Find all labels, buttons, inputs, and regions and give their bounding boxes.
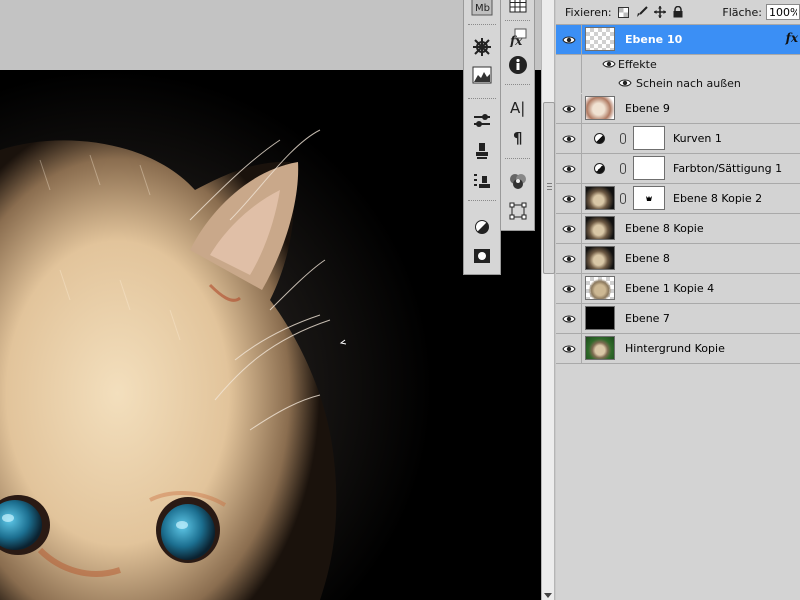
document-canvas-area[interactable] — [0, 0, 541, 600]
scrollbar-thumb[interactable] — [543, 102, 555, 274]
masks-icon[interactable] — [470, 245, 494, 267]
layer-mask-thumbnail[interactable] — [633, 186, 665, 210]
effect-item-label: Schein nach außen — [636, 77, 741, 90]
effects-label: Effekte — [618, 58, 657, 71]
effect-item-row[interactable]: Schein nach außen — [556, 74, 800, 95]
layer-thumbnail[interactable] — [585, 306, 615, 330]
effect-visibility-eye-icon[interactable] — [618, 78, 632, 91]
svg-text:A|: A| — [510, 99, 525, 117]
chain-icon[interactable] — [620, 193, 626, 204]
info-icon[interactable] — [506, 54, 530, 76]
layer-name[interactable]: Ebene 8 — [625, 252, 670, 265]
layer-name[interactable]: Ebene 7 — [625, 312, 670, 325]
fill-label: Fläche: — [722, 5, 762, 19]
layer-name[interactable]: Ebene 9 — [625, 102, 670, 115]
separator — [468, 24, 496, 27]
layer-row[interactable]: Kurven 1 — [556, 124, 800, 154]
styles-fx-icon[interactable]: fx — [506, 26, 530, 48]
channels-icon[interactable] — [506, 170, 530, 192]
fill-opacity-input[interactable] — [766, 4, 800, 20]
layer-name[interactable]: Hintergrund Kopie — [625, 342, 725, 355]
brushes-icon[interactable] — [470, 110, 494, 132]
chain-icon[interactable] — [620, 163, 626, 174]
layer-visibility-eye-icon[interactable] — [556, 184, 582, 213]
layer-mask-thumbnail[interactable] — [633, 156, 665, 180]
swatches-grid-icon[interactable] — [506, 0, 530, 16]
effect-eye-column — [556, 74, 582, 93]
layer-thumbnail[interactable] — [585, 276, 615, 300]
layer-name[interactable]: Kurven 1 — [673, 132, 722, 145]
character-icon[interactable]: A| — [506, 96, 530, 118]
lock-transparent-icon[interactable] — [618, 6, 630, 18]
effects-row[interactable]: Effekte — [556, 55, 800, 74]
layer-visibility-eye-icon[interactable] — [556, 94, 582, 123]
layer-name[interactable]: Ebene 8 Kopie — [625, 222, 704, 235]
layer-thumbnail[interactable] — [585, 216, 615, 240]
layer-lock-bar: Fixieren: Fläche: — [556, 0, 800, 25]
layer-visibility-eye-icon[interactable] — [556, 25, 582, 54]
layer-visibility-eye-icon[interactable] — [556, 334, 582, 363]
layer-thumbnail[interactable] — [585, 186, 615, 210]
layers-panel: Fixieren: Fläche: Ebene 10 fx Effekte Schei… — [556, 0, 800, 600]
separator — [468, 98, 496, 101]
layer-name[interactable]: Ebene 8 Kopie 2 — [673, 192, 762, 205]
layer-row[interactable]: Hintergrund Kopie — [556, 334, 800, 364]
scroll-down-arrow-icon[interactable] — [544, 593, 552, 598]
layer-visibility-eye-icon[interactable] — [556, 154, 582, 183]
layer-thumbnail[interactable] — [585, 96, 615, 120]
layer-thumbnail[interactable] — [585, 246, 615, 270]
adjustment-layer-icon — [594, 163, 605, 174]
adjustment-layer-icon — [594, 133, 605, 144]
clone-source-icon[interactable] — [470, 140, 494, 162]
layer-row[interactable]: Ebene 7 — [556, 304, 800, 334]
separator — [505, 158, 530, 161]
layer-visibility-eye-icon[interactable] — [556, 214, 582, 243]
separator — [468, 200, 496, 203]
paths-icon[interactable] — [506, 200, 530, 222]
layer-visibility-eye-icon[interactable] — [556, 274, 582, 303]
chain-icon[interactable] — [620, 133, 626, 144]
lock-label: Fixieren: — [565, 5, 612, 19]
layer-visibility-eye-icon[interactable] — [556, 304, 582, 333]
layer-thumbnail[interactable] — [585, 336, 615, 360]
mini-bridge-icon[interactable]: Mb — [470, 0, 494, 18]
layer-effects-fx-icon[interactable]: fx — [786, 31, 798, 45]
layer-name[interactable]: Farbton/Sättigung 1 — [673, 162, 782, 175]
effects-visibility-eye-icon[interactable] — [602, 59, 616, 72]
layer-mask-thumbnail[interactable] — [633, 126, 665, 150]
cat-artwork — [0, 70, 541, 600]
panel-dock-column-1: Mb — [463, 0, 501, 275]
layer-row[interactable]: Ebene 8 Kopie 2 — [556, 184, 800, 214]
lock-move-icon[interactable] — [653, 6, 666, 18]
paragraph-icon[interactable]: ¶ — [506, 126, 530, 148]
layer-row[interactable]: Ebene 8 — [556, 244, 800, 274]
separator — [505, 20, 530, 23]
separator — [505, 84, 530, 87]
layer-visibility-eye-icon[interactable] — [556, 244, 582, 273]
tool-presets-icon[interactable] — [470, 170, 494, 192]
layer-row[interactable]: Ebene 8 Kopie — [556, 214, 800, 244]
effects-eye-column — [556, 55, 582, 74]
layer-name[interactable]: Ebene 10 — [625, 33, 682, 46]
adjustments-icon[interactable] — [470, 216, 494, 238]
layer-row[interactable]: Farbton/Sättigung 1 — [556, 154, 800, 184]
lock-brush-icon[interactable] — [636, 6, 648, 18]
lock-all-icon[interactable] — [672, 6, 684, 18]
svg-text:Mb: Mb — [475, 3, 490, 14]
cat-image-canvas[interactable] — [0, 70, 541, 600]
layer-row[interactable]: Ebene 9 — [556, 94, 800, 124]
vertical-scrollbar[interactable] — [541, 0, 555, 600]
layer-name[interactable]: Ebene 1 Kopie 4 — [625, 282, 714, 295]
panel-dock-column-2: fx A| ¶ — [500, 0, 535, 231]
scrollbar-grip — [547, 183, 552, 191]
layer-visibility-eye-icon[interactable] — [556, 124, 582, 153]
layer-thumbnail[interactable] — [585, 27, 615, 51]
navigator-wheel-icon[interactable] — [470, 36, 494, 58]
histogram-icon[interactable] — [470, 64, 494, 86]
layer-row[interactable]: Ebene 10 fx — [556, 25, 800, 55]
layer-row[interactable]: Ebene 1 Kopie 4 — [556, 274, 800, 304]
svg-text:fx: fx — [509, 34, 523, 47]
svg-text:¶: ¶ — [513, 129, 523, 147]
